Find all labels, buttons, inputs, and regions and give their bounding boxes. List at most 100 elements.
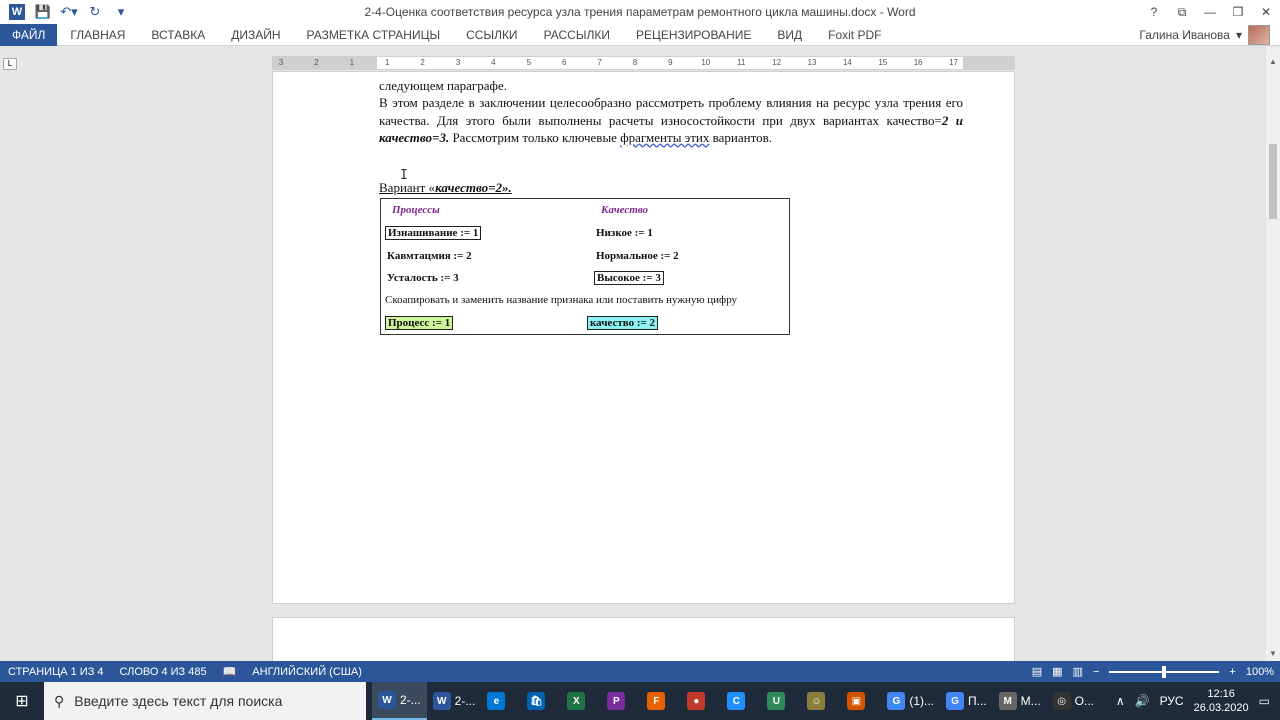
taskbar-app[interactable]: M M... bbox=[993, 682, 1047, 720]
tab-page-layout[interactable]: РАЗМЕТКА СТРАНИЦЫ bbox=[294, 24, 454, 46]
app-label: (1)... bbox=[909, 694, 935, 708]
ruler-number: 2 bbox=[314, 58, 319, 67]
taskbar-app[interactable]: W 2-... bbox=[372, 682, 427, 720]
document-page[interactable]: следующем параграфе. В этом разделе в за… bbox=[272, 71, 1015, 604]
taskbar-app[interactable]: 🛍 bbox=[521, 682, 561, 720]
taskbar-app[interactable]: C bbox=[721, 682, 761, 720]
quality-variable[interactable]: качество := 2 bbox=[587, 316, 659, 330]
zoom-slider-thumb[interactable] bbox=[1162, 665, 1167, 678]
print-layout-icon[interactable]: ▦ bbox=[1052, 665, 1062, 678]
quality-low: Низкое := 1 bbox=[596, 227, 653, 239]
process-variable[interactable]: Процесс := 1 bbox=[385, 316, 454, 330]
help-button[interactable]: ? bbox=[1140, 0, 1168, 24]
document-area[interactable]: следующем параграфе. В этом разделе в за… bbox=[0, 71, 1266, 661]
ruler-number: 1 bbox=[349, 58, 355, 67]
taskbar-app[interactable]: G П... bbox=[940, 682, 993, 720]
zoom-out-icon[interactable]: − bbox=[1093, 666, 1099, 678]
tab-insert[interactable]: ВСТАВКА bbox=[138, 24, 218, 46]
spellcheck-underline: фрагменты этих bbox=[620, 129, 710, 145]
zoom-in-icon[interactable]: + bbox=[1229, 666, 1235, 678]
mathcad-object[interactable]: Процессы Качество Изнашивание := 1 Кавмт… bbox=[380, 198, 790, 335]
tab-mailings[interactable]: РАССЫЛКИ bbox=[531, 24, 623, 46]
word-app-icon[interactable]: W bbox=[6, 1, 28, 23]
vertical-scrollbar[interactable]: ▲ ▼ bbox=[1266, 47, 1280, 661]
ruler-left-margin bbox=[273, 57, 377, 69]
app-icon: W bbox=[432, 692, 451, 710]
scroll-up-icon[interactable]: ▲ bbox=[1266, 55, 1280, 69]
ruler-number: 12 bbox=[772, 58, 782, 67]
ruler-number: 14 bbox=[842, 58, 852, 67]
quality-header: Качество bbox=[601, 204, 649, 216]
tab-view[interactable]: ВИД bbox=[764, 24, 815, 46]
restore-button[interactable]: ❐ bbox=[1224, 0, 1252, 24]
instruction-note: Скоапировать и заменить название признак… bbox=[385, 294, 738, 306]
document-page-2[interactable] bbox=[272, 617, 1015, 661]
minimize-button[interactable]: — bbox=[1196, 0, 1224, 24]
proofing-icon[interactable]: 📖 bbox=[215, 665, 245, 678]
zoom-slider[interactable] bbox=[1109, 665, 1220, 678]
word-count[interactable]: СЛОВО 4 ИЗ 485 bbox=[112, 666, 215, 678]
taskbar-app[interactable]: U bbox=[761, 682, 801, 720]
ruler-number: 16 bbox=[913, 58, 923, 67]
taskbar-app[interactable]: ☺ bbox=[801, 682, 841, 720]
horizontal-ruler[interactable]: 3 2 1 1 2 3 4 5 6 7 8 9 10 11 12 13 14 15 16 17 bbox=[272, 56, 1015, 70]
taskbar-app[interactable]: ▣ bbox=[841, 682, 881, 720]
taskbar-app[interactable]: X bbox=[561, 682, 601, 720]
close-button[interactable]: ✕ bbox=[1252, 0, 1280, 24]
ruler-number: 17 bbox=[949, 58, 959, 67]
clock-time: 12:16 bbox=[1207, 688, 1235, 700]
quality-normal: Нормальное := 2 bbox=[596, 250, 679, 262]
ruler-number: 9 bbox=[668, 58, 673, 67]
redo-icon[interactable]: ↻ bbox=[84, 1, 106, 23]
ruler-number: 8 bbox=[632, 58, 638, 67]
windows-start-icon[interactable]: ⊞ bbox=[0, 682, 44, 720]
tray-expand-icon[interactable]: ∧ bbox=[1116, 694, 1125, 708]
title-bar: W 💾 ↶▾ ↻ ▾ 2-4-Оценка соответствия ресур… bbox=[0, 0, 1280, 24]
zoom-level[interactable]: 100% bbox=[1246, 666, 1274, 678]
web-layout-icon[interactable]: ▥ bbox=[1073, 665, 1083, 678]
tab-file[interactable]: ФАЙЛ bbox=[0, 23, 58, 46]
scroll-down-icon[interactable]: ▼ bbox=[1266, 647, 1280, 661]
input-language[interactable]: РУС bbox=[1160, 694, 1184, 708]
window-controls: ? ⧉ — ❐ ✕ bbox=[1140, 0, 1280, 24]
user-account[interactable]: Галина Иванова ▾ bbox=[1139, 24, 1270, 46]
page-count[interactable]: СТРАНИЦА 1 ИЗ 4 bbox=[0, 666, 112, 678]
volume-icon[interactable]: 🔊 bbox=[1135, 694, 1150, 708]
clock[interactable]: 12:16 26.03.2020 bbox=[1194, 687, 1249, 715]
language-indicator[interactable]: АНГЛИЙСКИЙ (США) bbox=[244, 666, 370, 678]
taskbar-search[interactable]: ⚲ Введите здесь текст для поиска bbox=[44, 682, 366, 720]
tab-foxit-pdf[interactable]: Foxit PDF bbox=[815, 24, 894, 46]
app-icon: W bbox=[378, 691, 396, 709]
tab-selector[interactable]: L bbox=[3, 58, 17, 70]
customize-qat-icon[interactable]: ▾ bbox=[110, 1, 132, 23]
taskbar-app[interactable]: ◎ O... bbox=[1047, 682, 1100, 720]
taskbar-app[interactable]: G (1)... bbox=[881, 682, 940, 720]
processes-header: Процессы bbox=[392, 204, 440, 216]
app-icon: ● bbox=[687, 692, 706, 710]
ruler-number: 11 bbox=[737, 58, 746, 67]
tab-references[interactable]: ССЫЛКИ bbox=[453, 24, 530, 46]
taskbar-app[interactable]: W 2-... bbox=[427, 682, 482, 720]
notifications-icon[interactable]: ▭ bbox=[1259, 694, 1270, 708]
app-icon: U bbox=[767, 692, 786, 710]
tab-review[interactable]: РЕЦЕНЗИРОВАНИЕ bbox=[623, 24, 764, 46]
ribbon-display-button[interactable]: ⧉ bbox=[1168, 0, 1196, 24]
taskbar-apps: W 2-... W 2-... e 🛍 X P F ● C U ☺ ▣ G (1)... G П... M M... ◎… bbox=[372, 682, 1100, 720]
tab-home[interactable]: ГЛАВНАЯ bbox=[57, 24, 138, 46]
taskbar-app[interactable]: ● bbox=[681, 682, 721, 720]
undo-icon[interactable]: ↶▾ bbox=[58, 1, 80, 23]
scroll-thumb[interactable] bbox=[1269, 144, 1277, 219]
document-text[interactable]: следующем параграфе. В этом разделе в за… bbox=[379, 77, 963, 146]
read-mode-icon[interactable]: ▤ bbox=[1032, 665, 1042, 678]
quality-high: Высокое := 3 bbox=[594, 271, 664, 285]
taskbar-app[interactable]: F bbox=[641, 682, 681, 720]
ruler-number: 4 bbox=[491, 58, 496, 67]
tab-design[interactable]: ДИЗАЙН bbox=[218, 24, 293, 46]
app-icon: C bbox=[727, 692, 746, 710]
taskbar-app[interactable]: P bbox=[601, 682, 641, 720]
ruler-number: 3 bbox=[455, 58, 461, 67]
window-title: 2-4-Оценка соответствия ресурса узла тре… bbox=[364, 5, 916, 19]
save-icon[interactable]: 💾 bbox=[32, 1, 54, 23]
taskbar-app[interactable]: e bbox=[481, 682, 521, 720]
app-icon: P bbox=[607, 692, 626, 710]
